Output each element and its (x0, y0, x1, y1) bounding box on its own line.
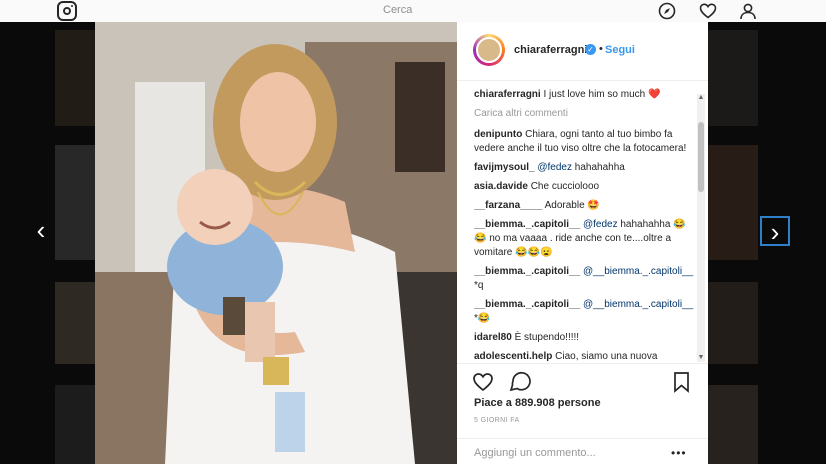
verified-badge-icon: ✓ (585, 44, 596, 55)
post-timestamp: 5 GIORNI FA (474, 417, 520, 424)
comments-scrollbar[interactable]: ▲ ▼ (697, 94, 705, 362)
profile-user-icon[interactable] (739, 2, 757, 20)
list-item: adolescenti.help Ciao, siamo una nuova (474, 350, 696, 363)
comment-username[interactable]: asia.davide (474, 181, 528, 192)
comment-username[interactable]: __farzana____ (474, 200, 542, 211)
activity-heart-icon[interactable] (699, 2, 717, 20)
post-photo[interactable] (95, 22, 457, 464)
post-header: chiaraferragni ✓ • Segui (457, 22, 708, 81)
list-item: idarel80 È stupendo!!!!! (474, 331, 696, 345)
list-item: __biemma._.capitoli__ @__biemma._.capito… (474, 298, 696, 326)
photo-illustration (95, 22, 457, 464)
caption-text: I just love him so much ❤️ (540, 89, 661, 100)
follow-button[interactable]: Segui (605, 44, 635, 56)
avatar[interactable] (473, 34, 505, 66)
comment-username[interactable]: __biemma._.capitoli__ (474, 219, 580, 230)
next-post-button[interactable]: › (760, 216, 790, 246)
chevron-left-icon: ‹ (36, 215, 46, 245)
comment-username[interactable]: adolescenti.help (474, 351, 552, 362)
post-details-panel: chiaraferragni ✓ • Segui chiaraferragni … (457, 22, 708, 464)
save-bookmark-icon[interactable] (674, 372, 689, 393)
chevron-right-icon: › (770, 217, 780, 247)
separator-dot: • (599, 43, 603, 55)
comment-mention[interactable]: @__biemma._.capitoli__ (580, 266, 693, 277)
load-more-comments-button[interactable]: Carica altri commenti (474, 107, 696, 121)
comment-username[interactable]: __biemma._.capitoli__ (474, 299, 580, 310)
divider (457, 363, 708, 364)
comment-text: *😂 (474, 313, 491, 324)
like-heart-icon[interactable] (473, 373, 493, 392)
post-actions-bar (473, 371, 689, 393)
list-item: asia.davide Che cucciolooo (474, 180, 696, 194)
comment-text: È stupendo!!!!! (511, 332, 580, 343)
more-options-icon[interactable]: ••• (671, 446, 687, 460)
likes-count[interactable]: Piace a 889.908 persone (474, 397, 601, 409)
list-item: __biemma._.capitoli__ @__biemma._.capito… (474, 265, 696, 293)
list-item: __farzana____ Adorable 🤩 (474, 199, 696, 213)
author-username[interactable]: chiaraferragni (514, 44, 587, 56)
top-navigation-bar: Cerca (0, 0, 826, 22)
caption-username[interactable]: chiaraferragni (474, 89, 541, 100)
comment-username[interactable]: favijmysoul_ (474, 162, 535, 173)
comments-list[interactable]: chiaraferragni I just love him so much ❤… (474, 88, 696, 363)
comment-text: Che cucciolooo (527, 181, 600, 192)
avatar-image (476, 37, 502, 63)
comment-mention[interactable]: @fedez (535, 162, 572, 173)
comment-username[interactable]: idarel80 (474, 332, 512, 343)
comment-mention[interactable]: @fedez (580, 219, 618, 230)
search-input[interactable]: Cerca (383, 4, 412, 16)
instagram-logo-icon[interactable] (57, 1, 77, 21)
list-item: __biemma._.capitoli__ @fedez hahahahha 😂… (474, 218, 696, 260)
list-item: denipunto Chiara, ogni tanto al tuo bimb… (474, 128, 696, 156)
list-item: favijmysoul_ @fedez hahahahha (474, 161, 696, 175)
comment-text: hahahahha (572, 162, 625, 173)
comment-bubble-icon[interactable] (509, 371, 531, 392)
divider (457, 438, 708, 439)
previous-post-button[interactable]: ‹ (26, 216, 56, 246)
comment-text: Adorable 🤩 (542, 200, 600, 211)
comment-username[interactable]: __biemma._.capitoli__ (474, 266, 580, 277)
scroll-up-arrow-icon[interactable]: ▲ (697, 94, 705, 102)
comment-username[interactable]: denipunto (474, 129, 522, 140)
comment-text: *q (474, 280, 484, 291)
explore-compass-icon[interactable] (658, 2, 676, 20)
comment-text: Ciao, siamo una nuova (552, 351, 658, 362)
scrollbar-thumb[interactable] (698, 122, 704, 192)
caption: chiaraferragni I just love him so much ❤… (474, 88, 696, 102)
scroll-down-arrow-icon[interactable]: ▼ (697, 354, 705, 362)
comment-mention[interactable]: @__biemma._.capitoli__ (580, 299, 693, 310)
add-comment-input[interactable]: Aggiungi un commento... (474, 447, 596, 459)
